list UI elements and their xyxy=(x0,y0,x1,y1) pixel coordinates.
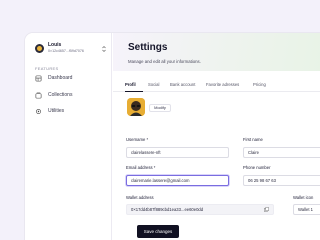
wallet-address-label: Wallet address xyxy=(126,195,154,200)
sidebar-item-utilities[interactable]: Utilities xyxy=(35,106,107,116)
user-switcher[interactable]: Louis 0×12c4657...f59d7076 xyxy=(35,42,107,58)
settings-tabs: Profil Social Bank account Favorite adre… xyxy=(113,80,320,92)
sidebar-item-label: Utilities xyxy=(48,108,65,114)
collections-icon xyxy=(35,92,42,98)
wallet-icon-label: Wallet icon xyxy=(293,195,314,200)
page-title: Settings xyxy=(128,42,168,53)
tab-profil[interactable]: Profil xyxy=(125,82,136,87)
wallet-icon-select[interactable]: Wallet 1 xyxy=(293,204,320,215)
user-name: Louis xyxy=(48,42,62,48)
username-label: Username * xyxy=(126,137,149,142)
tab-bank-account[interactable]: Bank account xyxy=(170,82,195,87)
avatar xyxy=(35,44,44,53)
sidebar-item-label: Dashboard xyxy=(48,75,73,81)
utilities-icon xyxy=(36,108,41,114)
user-wallet-address: 0×12c4657...f59d7076 xyxy=(48,49,84,53)
first-name-input[interactable]: Claire xyxy=(243,147,320,158)
copy-icon[interactable] xyxy=(264,207,269,212)
phone-label: Phone number xyxy=(243,165,271,170)
first-name-label: First name xyxy=(243,137,263,142)
tab-social[interactable]: Social xyxy=(148,82,159,87)
profile-picture xyxy=(127,98,145,116)
tab-pricing[interactable]: Pricing xyxy=(253,82,266,87)
username-input[interactable]: clairelassere-nft xyxy=(126,147,229,158)
wallet-address-field[interactable]: 0×17dd4b87f889cbd1ea33...ee60e0dd xyxy=(126,204,274,215)
chevron-updown-icon xyxy=(102,46,106,52)
dashboard-icon xyxy=(35,75,42,81)
email-input[interactable]: clairemarie.lassere@gmail.com xyxy=(126,175,229,186)
settings-panel: Settings Manage and edit all your inform… xyxy=(113,33,320,240)
app-window: Louis 0×12c4657...f59d7076 FEATURES Dash… xyxy=(25,33,320,240)
tab-favorite-adresses[interactable]: Favorite adresses xyxy=(206,82,239,87)
sidebar-item-collections[interactable]: Collections xyxy=(35,90,107,100)
modify-picture-button[interactable]: Modify xyxy=(149,104,171,112)
profile-avatar-icon xyxy=(127,98,145,116)
active-tab-indicator xyxy=(125,91,143,92)
wallet-address-value: 0×17dd4b87f889cbd1ea33...ee60e0dd xyxy=(131,207,204,212)
features-section-label: FEATURES xyxy=(35,66,59,71)
sidebar: Louis 0×12c4657...f59d7076 FEATURES Dash… xyxy=(25,33,112,240)
page-subtitle: Manage and edit all your informations. xyxy=(128,59,201,64)
sidebar-item-label: Collections xyxy=(48,92,73,98)
sidebar-item-dashboard[interactable]: Dashboard xyxy=(35,73,107,83)
email-label: Email address * xyxy=(126,165,156,170)
phone-input[interactable]: 06 25 98 67 63 xyxy=(243,175,320,186)
save-changes-button[interactable]: Save changes xyxy=(137,225,179,238)
